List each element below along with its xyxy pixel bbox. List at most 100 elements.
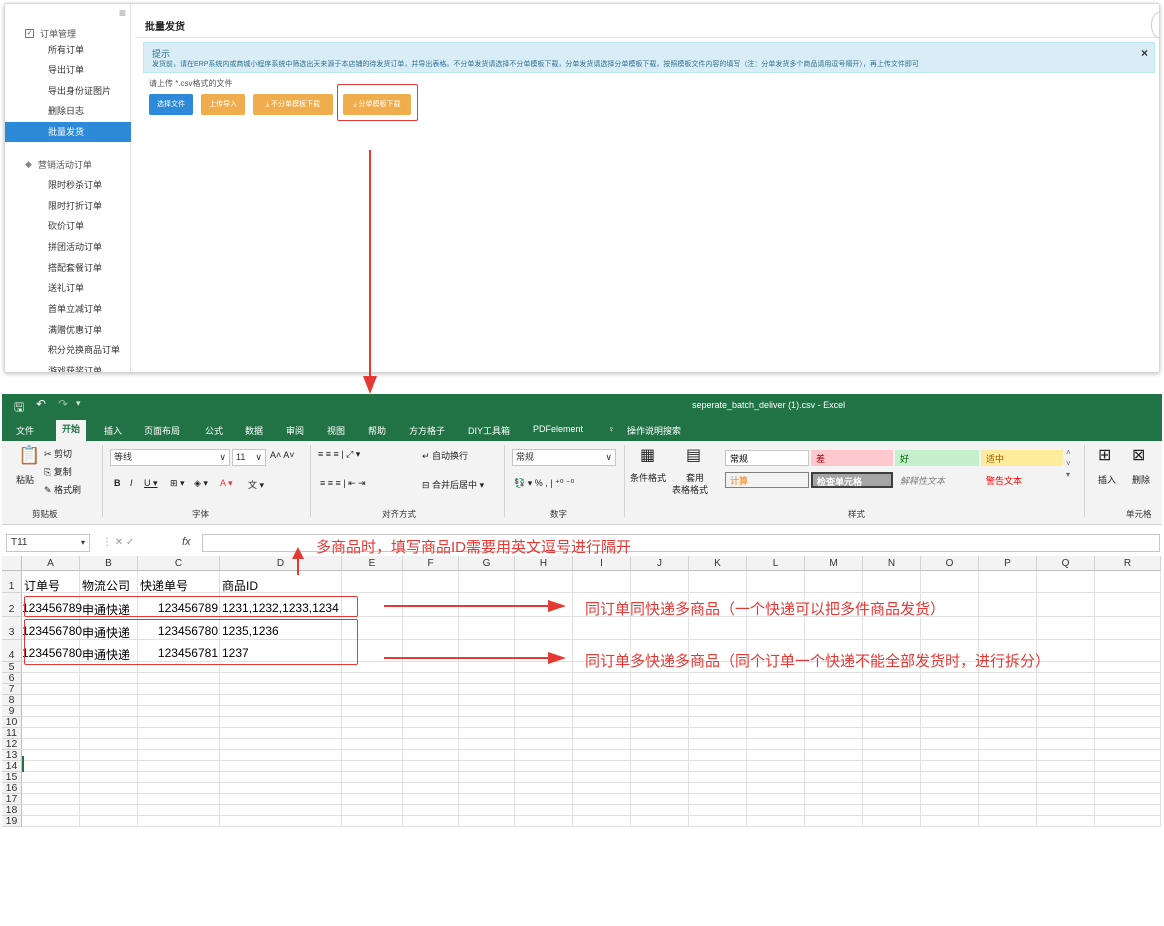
cell[interactable]: 物流公司	[82, 577, 130, 594]
column-header[interactable]: C	[138, 556, 220, 571]
tab-view[interactable]: 视图	[327, 424, 345, 437]
bold-icon[interactable]: B	[114, 478, 121, 488]
sidebar-item-gift[interactable]: 送礼订单	[5, 278, 131, 298]
sidebar-group-orders[interactable]: ✓ 订单管理	[25, 27, 76, 40]
tab-data[interactable]: 数据	[245, 424, 263, 437]
sidebar-item-bargain[interactable]: 砍价订单	[5, 216, 131, 236]
row-header[interactable]: 4	[2, 640, 22, 662]
quick-access-dropdown-icon[interactable]: ▾	[76, 398, 81, 409]
sidebar-item-first-order[interactable]: 首单立减订单	[5, 299, 131, 319]
tell-me-search[interactable]: 操作说明搜索	[627, 424, 681, 437]
style-check-cell[interactable]: 检查单元格	[811, 472, 893, 488]
tab-fangfang[interactable]: 方方格子	[409, 424, 445, 437]
tab-page-layout[interactable]: 页面布局	[144, 424, 180, 437]
table-format-label[interactable]: 表格格式	[672, 483, 708, 496]
tab-file[interactable]: 文件	[16, 424, 34, 437]
name-box[interactable]: T11 ▾	[6, 534, 90, 552]
column-header[interactable]: A	[22, 556, 80, 571]
select-all-corner[interactable]	[2, 556, 22, 571]
conditional-format-icon[interactable]: ▦	[640, 445, 655, 465]
upload-import-button[interactable]: 上传导入	[201, 94, 245, 115]
column-header[interactable]: H	[515, 556, 573, 571]
delete-cells-icon[interactable]: ⊠	[1132, 445, 1145, 465]
wrap-text-button[interactable]: ↵ 自动换行	[422, 449, 468, 462]
sidebar-item-points-exchange[interactable]: 积分兑换商品订单	[5, 340, 131, 360]
number-format-select[interactable]: 常规 ∨	[512, 449, 616, 466]
align-left-icon[interactable]: ≡ ≡ ≡ | ⇤ ⇥	[320, 478, 366, 489]
close-icon[interactable]: ×	[1141, 46, 1148, 60]
cut-button[interactable]: ✂ 剪切	[44, 447, 72, 460]
sidebar-item-flash-sale[interactable]: 限时秒杀订单	[5, 175, 131, 195]
sidebar-item-batch-deliver[interactable]: 批量发货	[5, 122, 131, 142]
sidebar-item-full-gift[interactable]: 满赠优惠订单	[5, 320, 131, 340]
insert-button[interactable]: 插入	[1098, 473, 1116, 486]
column-header[interactable]: B	[80, 556, 138, 571]
tab-help[interactable]: 帮助	[368, 424, 386, 437]
function-icon[interactable]: fx	[182, 536, 191, 548]
style-good[interactable]: 好	[895, 450, 979, 466]
cell[interactable]: 商品ID	[222, 577, 258, 594]
column-header[interactable]: K	[689, 556, 747, 571]
sidebar-item-export-orders[interactable]: 导出订单	[5, 60, 131, 80]
column-header[interactable]: P	[979, 556, 1037, 571]
tab-pdfelement[interactable]: PDFelement	[533, 424, 583, 434]
column-header[interactable]: R	[1095, 556, 1161, 571]
style-bad[interactable]: 差	[811, 450, 893, 466]
copy-button[interactable]: ⎘ 复制	[44, 465, 72, 478]
choose-file-button[interactable]: 选择文件	[149, 94, 193, 115]
paste-icon[interactable]: 📋	[18, 445, 40, 466]
font-size-select[interactable]: 11 ∨	[232, 449, 266, 466]
spreadsheet-grid[interactable]: ABCDEFGHIJKLMNOPQR 1 2 3 4 5 6 7 8 9 10 11 12 13 14 15…	[2, 556, 1162, 890]
scroll-handle[interactable]	[1151, 12, 1159, 38]
font-name-select[interactable]: 等线 ∨	[110, 449, 230, 466]
paste-button[interactable]: 粘贴	[16, 473, 34, 486]
tab-formulas[interactable]: 公式	[205, 424, 223, 437]
lightbulb-icon[interactable]: ♀	[608, 424, 615, 434]
italic-icon[interactable]: I	[130, 478, 133, 488]
tab-diy-toolbox[interactable]: DIY工具箱	[468, 424, 510, 437]
sidebar-item-export-id-images[interactable]: 导出身份证图片	[5, 81, 131, 101]
column-header[interactable]: E	[342, 556, 403, 571]
column-header[interactable]: Q	[1037, 556, 1095, 571]
cell[interactable]: 订单号	[24, 577, 60, 594]
row-header[interactable]: 19	[2, 816, 22, 827]
style-neutral[interactable]: 适中	[981, 450, 1063, 466]
styles-scroll-icon[interactable]: ˄ ˅ ▾	[1066, 447, 1071, 480]
tab-review[interactable]: 审阅	[286, 424, 304, 437]
tab-insert[interactable]: 插入	[104, 424, 122, 437]
sidebar-item-all-orders[interactable]: 所有订单	[5, 40, 131, 60]
redo-icon[interactable]: ↷	[58, 397, 68, 411]
column-header[interactable]: G	[459, 556, 515, 571]
border-icon[interactable]: ⊞ ▾	[170, 478, 185, 489]
table-format-icon[interactable]: ▤	[686, 445, 701, 465]
column-header[interactable]: L	[747, 556, 805, 571]
conditional-format-button[interactable]: 条件格式	[630, 471, 666, 484]
delete-button[interactable]: 删除	[1132, 473, 1150, 486]
style-normal[interactable]: 常规	[725, 450, 809, 466]
tab-home[interactable]: 开始	[56, 420, 87, 441]
sidebar-item-delete-log[interactable]: 删除日志	[5, 101, 131, 121]
font-color-icon[interactable]: A ▾	[220, 478, 233, 489]
style-warning[interactable]: 警告文本	[981, 472, 1063, 488]
undo-icon[interactable]: ↶	[36, 397, 46, 411]
column-header[interactable]: F	[403, 556, 459, 571]
column-header[interactable]: D	[220, 556, 342, 571]
increase-font-icon[interactable]: A˄ A˅	[270, 450, 295, 460]
insert-cells-icon[interactable]: ⊞	[1098, 445, 1111, 465]
sidebar-group-marketing[interactable]: ◆ 营销活动订单	[25, 158, 92, 171]
menu-collapse-icon[interactable]: ≡	[119, 7, 126, 19]
underline-icon[interactable]: U ▾	[144, 478, 158, 489]
sidebar-item-timed-discount[interactable]: 限时打折订单	[5, 196, 131, 216]
sidebar-item-group-buy[interactable]: 拼团活动订单	[5, 237, 131, 257]
style-explanatory[interactable]: 解释性文本	[895, 472, 979, 488]
row-header[interactable]: 2	[2, 593, 22, 617]
fill-color-icon[interactable]: ◈ ▾	[194, 478, 208, 489]
column-header[interactable]: N	[863, 556, 921, 571]
column-header[interactable]: J	[631, 556, 689, 571]
row-header[interactable]: 3	[2, 617, 22, 640]
column-header[interactable]: I	[573, 556, 631, 571]
sidebar-item-game-prize[interactable]: 游戏获奖订单	[5, 361, 131, 372]
style-calc[interactable]: 计算	[725, 472, 809, 488]
cell[interactable]: 快递单号	[140, 577, 188, 594]
currency-icon[interactable]: 💱 ▾ % , | ⁺⁰ ⁻⁰	[514, 478, 574, 489]
